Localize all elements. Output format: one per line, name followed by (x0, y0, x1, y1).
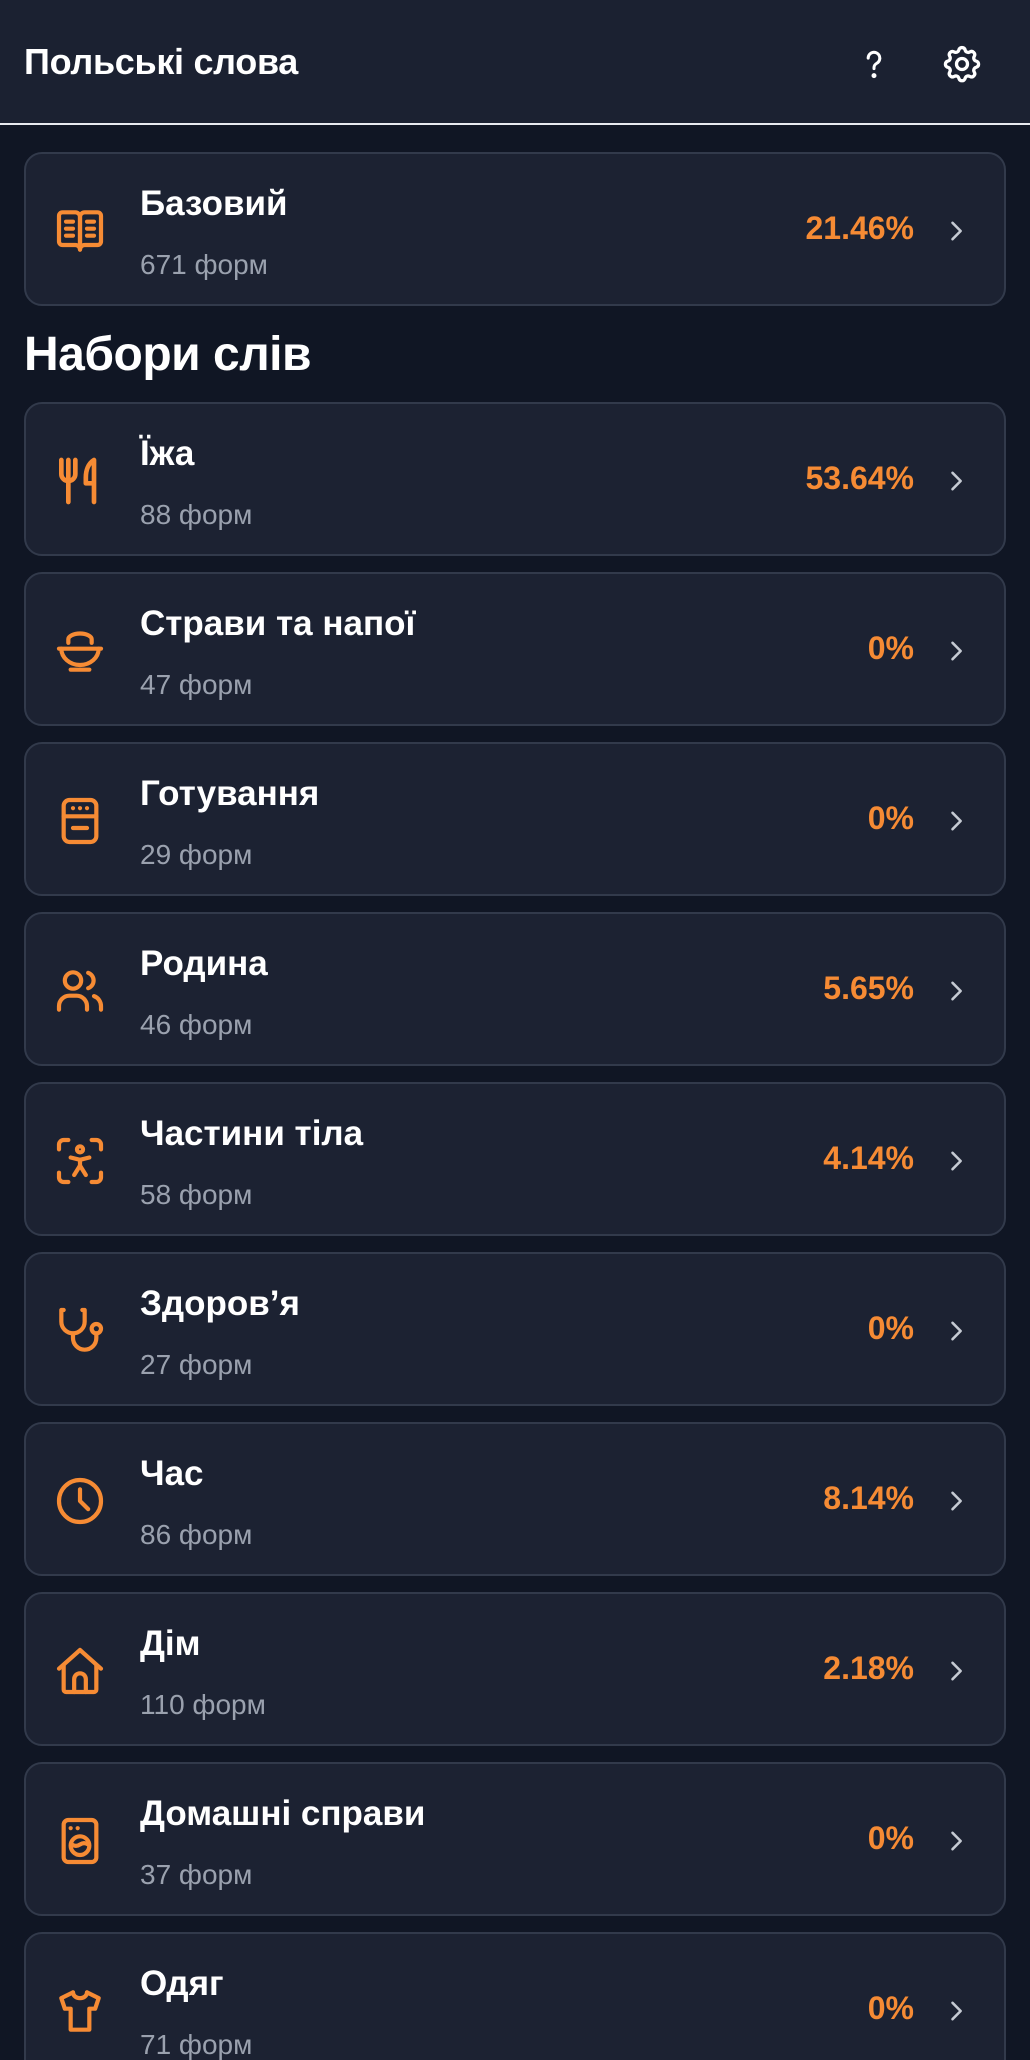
body-scan-icon (56, 1137, 104, 1185)
set-progress-percent: 4.14% (823, 1140, 914, 1176)
chevron-right-icon (951, 641, 962, 661)
section-heading: Набори слів (24, 328, 312, 381)
chevron-right-icon (951, 1491, 962, 1511)
chevron-right-icon (951, 221, 962, 241)
set-forms-count: 110 форм (140, 1689, 266, 1720)
set-progress-percent: 5.65% (823, 970, 914, 1006)
set-forms-count: 86 форм (140, 1519, 253, 1550)
set-card-food[interactable]: Їжа 88 форм 53.64% (24, 402, 1006, 556)
set-forms-count: 29 форм (140, 839, 253, 870)
house-icon (56, 1647, 104, 1695)
utensils-icon (59, 457, 97, 505)
set-title: Страви та напої (140, 604, 416, 643)
stethoscope-icon (59, 1307, 104, 1352)
chevron-right-icon (951, 811, 962, 831)
base-set-card[interactable]: Базовий 671 форм 21.46% (24, 152, 1006, 306)
chevron-right-icon (951, 471, 962, 491)
set-card-cooking[interactable]: Готування 29 форм 0% (24, 742, 1006, 896)
set-title: Час (140, 1454, 204, 1493)
set-forms-count: 58 форм (140, 1179, 253, 1210)
app-root: Польські слова Базовий 671 форм 21.46% Н… (0, 0, 1030, 2060)
chevron-right-icon (951, 2001, 962, 2021)
set-progress-percent: 0% (867, 1310, 914, 1346)
set-card-body-parts[interactable]: Частини тіла 58 форм 4.14% (24, 1082, 1006, 1236)
set-title: Здоров’я (140, 1284, 300, 1323)
set-forms-count: 46 форм (140, 1009, 253, 1040)
set-forms-count: 37 форм (140, 1859, 253, 1890)
chevron-right-icon (951, 1831, 962, 1851)
set-progress-percent: 21.46% (805, 210, 914, 246)
gear-icon (943, 45, 981, 83)
set-card-health[interactable]: Здоров’я 27 форм 0% (24, 1252, 1006, 1406)
set-card-home[interactable]: Дім 110 форм 2.18% (24, 1592, 1006, 1746)
shirt-icon (59, 1990, 101, 2032)
set-forms-count: 671 форм (140, 249, 268, 280)
set-card-time[interactable]: Час 86 форм 8.14% (24, 1422, 1006, 1576)
top-bar: Польські слова (0, 0, 1030, 125)
set-forms-count: 47 форм (140, 669, 253, 700)
set-progress-percent: 0% (867, 1820, 914, 1856)
set-card-dishes-drinks[interactable]: Страви та напої 47 форм 0% (24, 572, 1006, 726)
book-icon (56, 210, 104, 252)
set-title: Родина (140, 944, 268, 983)
set-title: Їжа (140, 434, 195, 473)
set-title: Дім (140, 1624, 201, 1663)
set-progress-percent: 0% (867, 800, 914, 836)
users-icon (56, 970, 104, 1012)
chevron-right-icon (951, 1321, 962, 1341)
set-progress-percent: 0% (867, 630, 914, 666)
chevron-right-icon (951, 1151, 962, 1171)
set-title: Домашні справи (140, 1794, 426, 1833)
chevron-right-icon (951, 1661, 962, 1681)
help-button[interactable] (846, 36, 902, 92)
set-progress-percent: 2.18% (823, 1650, 914, 1686)
set-forms-count: 88 форм (140, 499, 253, 530)
set-title: Частини тіла (140, 1114, 364, 1153)
chevron-right-icon (951, 981, 962, 1001)
set-title: Готування (140, 774, 320, 813)
set-title: Одяг (140, 1964, 224, 2003)
set-card-family[interactable]: Родина 46 форм 5.65% (24, 912, 1006, 1066)
set-card-housework[interactable]: Домашні справи 37 форм 0% (24, 1762, 1006, 1916)
question-mark-icon (866, 50, 882, 79)
bowl-icon (56, 631, 104, 672)
oven-icon (61, 797, 99, 845)
page-title: Польські слова (24, 41, 299, 82)
set-progress-percent: 8.14% (823, 1480, 914, 1516)
set-forms-count: 71 форм (140, 2029, 253, 2060)
set-progress-percent: 0% (867, 1990, 914, 2026)
washing-machine-icon (61, 1817, 99, 1865)
set-forms-count: 27 форм (140, 1349, 253, 1380)
set-progress-percent: 53.64% (805, 460, 914, 496)
set-card-clothes[interactable]: Одяг 71 форм 0% (24, 1932, 1006, 2060)
set-title: Базовий (140, 184, 288, 223)
settings-button[interactable] (934, 36, 990, 92)
clock-icon (56, 1477, 104, 1525)
